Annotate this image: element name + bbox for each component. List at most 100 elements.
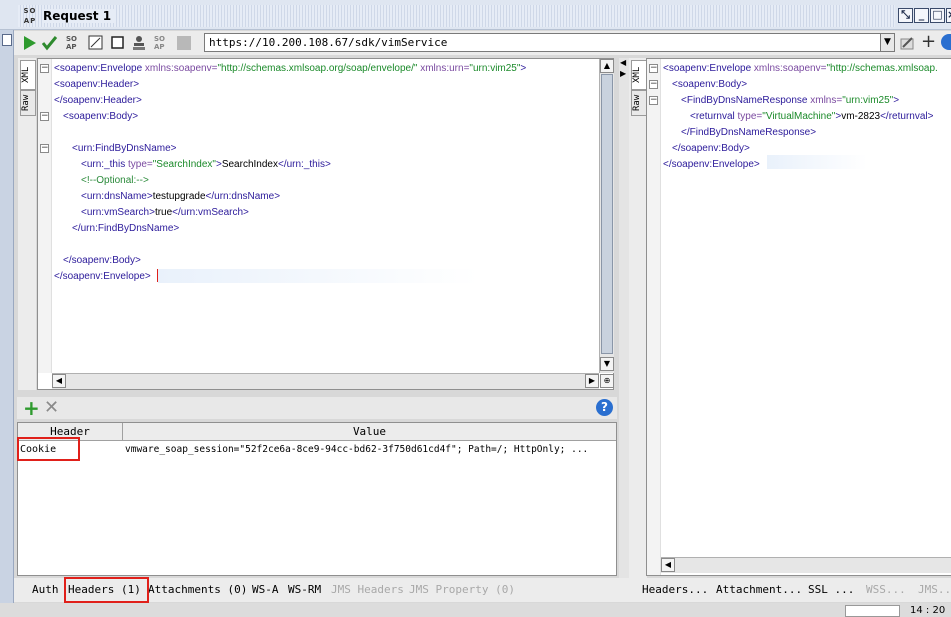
tab-ssl[interactable]: SSL ... bbox=[808, 583, 854, 596]
xml-token: <urn:_this bbox=[81, 159, 128, 170]
tab-jms-property-0[interactable]: JMS Property (0) bbox=[409, 583, 515, 596]
scroll-left-icon[interactable]: ◀ bbox=[661, 558, 675, 572]
xml-line[interactable]: </FindByDnsNameResponse> bbox=[681, 125, 816, 140]
minimize-window-icon[interactable]: _ bbox=[914, 8, 929, 23]
fold-toggle-icon[interactable]: − bbox=[649, 96, 658, 105]
column-header-value[interactable]: Value bbox=[123, 423, 616, 441]
fold-toggle-icon[interactable]: − bbox=[649, 64, 658, 73]
xml-token: <urn:vmSearch> bbox=[81, 207, 155, 218]
response-tab-raw[interactable]: Raw bbox=[631, 90, 647, 116]
soap-export-button[interactable]: SO AP bbox=[153, 34, 171, 52]
add-endpoint-button[interactable]: + bbox=[921, 31, 936, 52]
tab-ws-a[interactable]: WS-A bbox=[252, 583, 279, 596]
soap-logo-icon: SO AP bbox=[23, 7, 37, 25]
response-line-highlight bbox=[767, 155, 867, 169]
xml-line[interactable]: <soapenv:Body> bbox=[672, 77, 747, 92]
stamp-icon bbox=[133, 36, 145, 50]
fold-toggle-icon[interactable]: − bbox=[40, 112, 49, 121]
xml-line[interactable]: <soapenv:Envelope xmlns:soapenv="http://… bbox=[663, 61, 937, 76]
xml-line[interactable]: <urn:FindByDnsName> bbox=[72, 141, 177, 156]
collapse-right-icon[interactable]: ▶ bbox=[620, 69, 626, 78]
xml-token: "SearchIndex" bbox=[152, 159, 216, 170]
xml-line[interactable]: <soapenv:Body> bbox=[63, 109, 138, 124]
restore-window-icon[interactable]: ⤡ bbox=[898, 8, 913, 23]
xml-line[interactable]: </urn:FindByDnsName> bbox=[72, 221, 179, 236]
scroll-right-icon[interactable]: ▶ bbox=[585, 374, 599, 388]
headers-table[interactable]: Header Value Cookie vmware_soap_session=… bbox=[17, 422, 617, 576]
play-icon bbox=[24, 36, 36, 50]
request-vertical-scrollbar[interactable]: ▲ ▼ bbox=[599, 59, 614, 373]
xml-line[interactable]: <soapenv:Header> bbox=[54, 77, 139, 92]
scroll-left-icon[interactable]: ◀ bbox=[52, 374, 66, 388]
square-icon bbox=[111, 36, 124, 49]
scroll-down-icon[interactable]: ▼ bbox=[600, 357, 614, 371]
xml-line[interactable]: <urn:vmSearch>true</urn:vmSearch> bbox=[81, 205, 249, 220]
tab-ws-rm[interactable]: WS-RM bbox=[288, 583, 321, 596]
fold-toggle-icon[interactable]: − bbox=[40, 64, 49, 73]
response-horizontal-scrollbar[interactable]: ◀ bbox=[661, 557, 951, 573]
scroll-up-icon[interactable]: ▲ bbox=[600, 59, 614, 73]
split-view-button[interactable] bbox=[87, 34, 105, 52]
user-stamp-button[interactable] bbox=[130, 34, 148, 52]
xml-line[interactable]: </soapenv:Envelope> bbox=[663, 157, 760, 172]
endpoint-url-field[interactable]: https://10.200.108.67/sdk/vimService bbox=[204, 33, 894, 52]
xml-token: </urn:dnsName> bbox=[205, 191, 281, 202]
tab-attachment[interactable]: Attachment... bbox=[716, 583, 802, 596]
xml-line[interactable]: </soapenv:Envelope> bbox=[54, 269, 151, 284]
xml-token: "urn:vim25" bbox=[469, 63, 521, 74]
xml-line[interactable]: </soapenv:Body> bbox=[672, 141, 750, 156]
close-window-icon[interactable]: × bbox=[946, 8, 951, 23]
endpoint-dropdown-icon[interactable]: ▼ bbox=[880, 33, 895, 52]
current-line-highlight bbox=[158, 269, 478, 283]
header-value-cell[interactable]: vmware_soap_session="52f2ce6a-8ce9-94cc-… bbox=[125, 442, 615, 458]
headers-help-icon[interactable]: ? bbox=[596, 399, 613, 416]
mdi-left-edge bbox=[0, 0, 14, 617]
xml-token: "urn:vim25" bbox=[842, 95, 894, 106]
remove-header-icon[interactable]: ✕ bbox=[44, 398, 59, 418]
submit-request-button[interactable] bbox=[20, 34, 38, 52]
scroll-thumb[interactable] bbox=[601, 74, 613, 354]
soap-op-button[interactable]: SO AP bbox=[65, 34, 83, 52]
xml-token: <soapenv:Envelope bbox=[54, 63, 145, 74]
xml-line[interactable]: <soapenv:Envelope xmlns:soapenv="http://… bbox=[54, 61, 526, 76]
xml-line[interactable]: </soapenv:Header> bbox=[54, 93, 142, 108]
xml-token: SearchIndex bbox=[221, 159, 278, 170]
response-tab-xml[interactable]: XML bbox=[631, 60, 647, 90]
maximize-window-icon[interactable]: □ bbox=[930, 8, 945, 23]
fold-toggle-icon[interactable]: − bbox=[40, 144, 49, 153]
help-icon[interactable] bbox=[941, 34, 951, 50]
tab-jms-headers[interactable]: JMS Headers bbox=[331, 583, 404, 596]
xml-line[interactable]: <urn:_this type="SearchIndex">SearchInde… bbox=[81, 157, 331, 172]
edge-marker-icon bbox=[2, 34, 12, 46]
tab-headers[interactable]: Headers... bbox=[642, 583, 708, 596]
fold-toggle-icon[interactable]: − bbox=[649, 80, 658, 89]
add-header-icon[interactable]: + bbox=[23, 398, 40, 418]
submit-check-button[interactable] bbox=[41, 34, 59, 52]
xml-line[interactable]: <FindByDnsNameResponse xmlns="urn:vim25"… bbox=[681, 93, 899, 108]
tab-jms[interactable]: JMS... bbox=[918, 583, 951, 596]
toggle-pane-button[interactable] bbox=[109, 34, 127, 52]
response-xml-content[interactable]: − <soapenv:Envelope xmlns:soapenv="http:/… bbox=[647, 59, 937, 559]
xml-token: </urn:FindByDnsName> bbox=[72, 223, 180, 234]
response-xml-editor[interactable]: − <soapenv:Envelope xmlns:soapenv="http:/… bbox=[646, 58, 951, 576]
xml-line[interactable]: <returnval type="VirtualMachine">vm-2823… bbox=[690, 109, 933, 124]
xml-line[interactable]: <urn:dnsName>testupgrade</urn:dnsName> bbox=[81, 189, 280, 204]
xml-line[interactable]: </soapenv:Body> bbox=[63, 253, 141, 268]
edit-endpoint-icon[interactable] bbox=[899, 35, 915, 51]
request-xml-content[interactable]: − <soapenv:Envelope xmlns:soapenv="http:/… bbox=[38, 59, 599, 373]
tab-wss[interactable]: WSS... bbox=[866, 583, 906, 596]
collapse-left-icon[interactable]: ◀ bbox=[620, 58, 626, 67]
request-tab-xml[interactable]: XML bbox=[20, 60, 36, 90]
request-xml-editor[interactable]: − <soapenv:Envelope xmlns:soapenv="http:/… bbox=[37, 58, 614, 390]
xml-token: <returnval bbox=[690, 111, 738, 122]
window-title: Request 1 bbox=[43, 9, 116, 23]
zoom-icon[interactable]: ⊕ bbox=[600, 374, 614, 388]
tab-attachments-0[interactable]: Attachments (0) bbox=[148, 583, 247, 596]
request-horizontal-scrollbar[interactable]: ◀ ▶ bbox=[52, 373, 599, 389]
tab-auth[interactable]: Auth bbox=[32, 583, 59, 596]
request-tab-raw[interactable]: Raw bbox=[20, 90, 36, 116]
disabled-tool-button[interactable] bbox=[175, 34, 193, 52]
xml-line[interactable]: <!--Optional:--> bbox=[81, 173, 149, 188]
xml-token: > bbox=[893, 95, 900, 106]
pane-splitter[interactable]: ◀ ▶ bbox=[619, 58, 629, 598]
